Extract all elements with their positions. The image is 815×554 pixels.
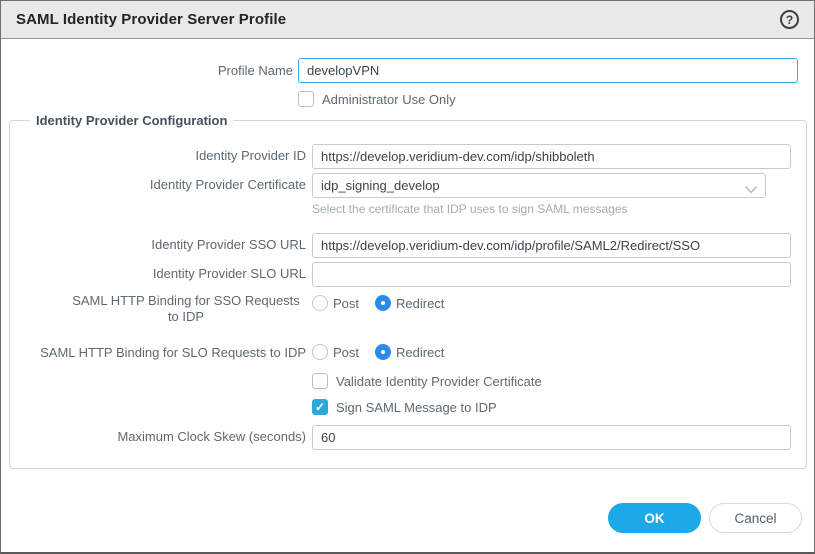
saml-idp-server-profile-dialog: SAML Identity Provider Server Profile ? … <box>0 0 815 554</box>
validate-idp-certificate-checkbox[interactable] <box>312 373 328 389</box>
cancel-button[interactable]: Cancel <box>709 503 802 533</box>
sso-binding-post-radio[interactable] <box>312 295 328 311</box>
validate-idp-certificate-label: Validate Identity Provider Certificate <box>336 374 542 389</box>
help-glyph: ? <box>786 13 793 27</box>
sso-binding-redirect-label: Redirect <box>396 296 444 311</box>
profile-name-input[interactable] <box>298 58 798 83</box>
idp-slo-url-label: Identity Provider SLO URL <box>1 266 306 282</box>
chevron-down-icon <box>745 182 757 197</box>
group-title: Identity Provider Configuration <box>30 113 233 128</box>
sso-binding-label: SAML HTTP Binding for SSO Requests to ID… <box>66 293 306 325</box>
profile-name-label: Profile Name <box>1 63 293 79</box>
idp-sso-url-input[interactable] <box>312 233 791 258</box>
administrator-use-only-label: Administrator Use Only <box>322 92 456 107</box>
slo-binding-redirect-label: Redirect <box>396 345 444 360</box>
dialog-header: SAML Identity Provider Server Profile ? <box>1 1 814 39</box>
idp-id-input[interactable] <box>312 144 791 169</box>
slo-binding-redirect-radio[interactable] <box>375 344 391 360</box>
idp-certificate-label: Identity Provider Certificate <box>1 177 306 193</box>
idp-slo-url-input[interactable] <box>312 262 791 287</box>
idp-certificate-value: idp_signing_develop <box>321 178 440 193</box>
dialog-title: SAML Identity Provider Server Profile <box>16 11 286 28</box>
max-clock-skew-label: Maximum Clock Skew (seconds) <box>1 429 306 445</box>
idp-certificate-dropdown[interactable]: idp_signing_develop <box>312 173 766 198</box>
idp-sso-url-label: Identity Provider SSO URL <box>1 237 306 253</box>
help-icon[interactable]: ? <box>780 10 799 29</box>
ok-button[interactable]: OK <box>608 503 701 533</box>
slo-binding-post-label: Post <box>333 345 359 360</box>
sign-saml-message-label: Sign SAML Message to IDP <box>336 400 497 415</box>
slo-binding-post-radio[interactable] <box>312 344 328 360</box>
sso-binding-post-label: Post <box>333 296 359 311</box>
max-clock-skew-input[interactable] <box>312 425 791 450</box>
ok-button-label: OK <box>644 511 664 526</box>
idp-certificate-helper-text: Select the certificate that IDP uses to … <box>312 202 628 216</box>
sso-binding-redirect-radio[interactable] <box>375 295 391 311</box>
sign-saml-message-checkbox[interactable] <box>312 399 328 415</box>
administrator-use-only-checkbox[interactable] <box>298 91 314 107</box>
slo-binding-label: SAML HTTP Binding for SLO Requests to ID… <box>1 345 306 361</box>
idp-id-label: Identity Provider ID <box>1 148 306 164</box>
cancel-button-label: Cancel <box>734 511 776 526</box>
